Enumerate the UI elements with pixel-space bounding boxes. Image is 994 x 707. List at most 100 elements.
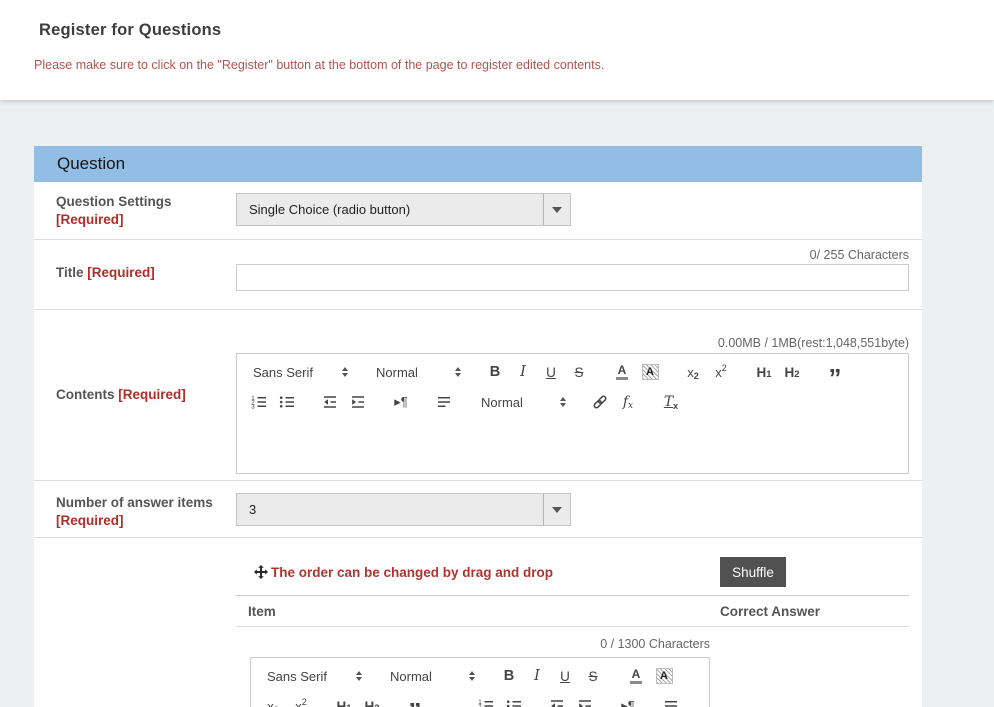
italic-button[interactable]: I bbox=[523, 664, 551, 688]
contents-editor-area[interactable] bbox=[236, 419, 909, 474]
question-type-select[interactable]: Single Choice (radio button) bbox=[236, 193, 571, 226]
toolbar-format-group: ▸¶ bbox=[387, 390, 415, 414]
chevron-down-icon[interactable] bbox=[543, 194, 570, 225]
page-header: Register for Questions Please make sure … bbox=[0, 0, 994, 100]
picker-arrows-icon bbox=[469, 671, 475, 681]
picker-arrows-icon bbox=[560, 397, 566, 407]
outdent-button[interactable] bbox=[316, 390, 344, 414]
required-badge: [Required] bbox=[118, 387, 186, 402]
answers-area: The order can be changed by drag and dro… bbox=[34, 538, 922, 707]
code-block-button[interactable] bbox=[429, 694, 457, 707]
highlight-color-button[interactable]: A bbox=[650, 664, 678, 688]
question-settings-label: Question Settings [Required] bbox=[56, 193, 226, 229]
toolbar-format-group: H1H2 bbox=[330, 694, 386, 707]
font-picker[interactable]: Sans Serif bbox=[245, 360, 353, 384]
subscript-button[interactable]: x2 bbox=[259, 694, 287, 707]
font-picker[interactable]: Sans Serif bbox=[259, 664, 367, 688]
code-block-button[interactable] bbox=[849, 360, 877, 384]
underline-button[interactable]: U bbox=[551, 664, 579, 688]
indent-button[interactable] bbox=[571, 694, 599, 707]
bullet-list-button[interactable] bbox=[500, 694, 528, 707]
link-button[interactable] bbox=[586, 390, 614, 414]
heading2-button[interactable]: H2 bbox=[778, 360, 806, 384]
strikethrough-button[interactable]: S bbox=[565, 360, 593, 384]
toolbar-format-group: x2x2 bbox=[259, 694, 315, 707]
toolbar-format-group: ▸¶ bbox=[614, 694, 642, 707]
toolbar-format-group: AA bbox=[622, 664, 678, 688]
direction-button[interactable]: ▸¶ bbox=[614, 694, 642, 707]
toolbar-format-group: Normal bbox=[382, 664, 480, 688]
question-card: Question Question Settings [Required] Si… bbox=[34, 146, 922, 707]
ordered-list-button[interactable]: 123 bbox=[472, 694, 500, 707]
toolbar-format-group: AA bbox=[608, 360, 664, 384]
toolbar-format-group: BIUS bbox=[481, 360, 593, 384]
superscript-button[interactable]: x2 bbox=[707, 360, 735, 384]
toolbar-format-group bbox=[430, 390, 458, 414]
answer-count-value: 3 bbox=[237, 502, 543, 517]
drag-note-line: The order can be changed by drag and dro… bbox=[254, 559, 553, 585]
picker-arrows-icon bbox=[455, 367, 461, 377]
blockquote-button[interactable]: ” bbox=[821, 360, 849, 384]
outdent-button[interactable] bbox=[543, 694, 571, 707]
underline-button[interactable]: U bbox=[537, 360, 565, 384]
svg-text:3: 3 bbox=[251, 404, 255, 411]
toolbar-format-group bbox=[657, 694, 685, 707]
toolbar-format-group: Sans Serif bbox=[245, 360, 353, 384]
format-picker[interactable]: Normal bbox=[382, 664, 480, 688]
superscript-button[interactable]: x2 bbox=[287, 694, 315, 707]
ordered-list-button[interactable]: 123 bbox=[245, 390, 273, 414]
toolbar-format-group: ” bbox=[821, 360, 877, 384]
bullet-list-button[interactable] bbox=[273, 390, 301, 414]
text-color-button[interactable]: A bbox=[608, 360, 636, 384]
clean-format-button[interactable]: Tx bbox=[657, 390, 685, 414]
move-icon[interactable] bbox=[254, 565, 268, 579]
svg-text:2: 2 bbox=[478, 703, 482, 707]
blockquote-button[interactable]: ” bbox=[401, 694, 429, 707]
section-header: Question bbox=[34, 146, 922, 182]
strikethrough-button[interactable]: S bbox=[579, 664, 607, 688]
subscript-button[interactable]: x2 bbox=[679, 360, 707, 384]
bold-button[interactable]: B bbox=[495, 664, 523, 688]
chevron-down-icon[interactable] bbox=[543, 494, 570, 525]
highlight-color-button[interactable]: A bbox=[636, 360, 664, 384]
toolbar-format-group: Tx bbox=[657, 390, 685, 414]
align-button[interactable] bbox=[657, 694, 685, 707]
direction-button[interactable]: ▸¶ bbox=[387, 390, 415, 414]
heading2-button[interactable]: H2 bbox=[358, 694, 386, 707]
indent-button[interactable] bbox=[344, 390, 372, 414]
answer-count-select[interactable]: 3 bbox=[236, 493, 571, 526]
contents-size-counter: 0.00MB / 1MB(rest:1,048,551byte) bbox=[718, 336, 909, 350]
shuffle-button[interactable]: Shuffle bbox=[720, 557, 786, 587]
align-button[interactable] bbox=[430, 390, 458, 414]
formula-button[interactable]: fx bbox=[614, 390, 642, 414]
size-picker[interactable]: Normal bbox=[473, 390, 571, 414]
picker-arrows-icon bbox=[342, 367, 348, 377]
item-column-header: Item bbox=[248, 604, 276, 619]
heading1-button[interactable]: H1 bbox=[750, 360, 778, 384]
italic-button[interactable]: I bbox=[509, 360, 537, 384]
contents-label: Contents [Required] bbox=[56, 386, 232, 404]
toolbar-format-group: 123 bbox=[472, 694, 528, 707]
question-type-value: Single Choice (radio button) bbox=[237, 202, 543, 217]
format-picker[interactable]: Normal bbox=[368, 360, 466, 384]
question-settings-row: Question Settings [Required] Single Choi… bbox=[34, 182, 922, 240]
item-counter: 0 / 1300 Characters bbox=[236, 637, 710, 651]
toolbar-format-group: fx bbox=[586, 390, 642, 414]
title-input[interactable] bbox=[236, 264, 909, 291]
picker-arrows-icon bbox=[356, 671, 362, 681]
heading1-button[interactable]: H1 bbox=[330, 694, 358, 707]
item-editor-toolbar: Sans SerifNormalBIUSAAx2x2H1H2”123▸¶Norm… bbox=[250, 657, 710, 707]
title-label: Title [Required] bbox=[56, 264, 232, 282]
page-title: Register for Questions bbox=[39, 21, 221, 40]
toolbar-format-group: x2x2 bbox=[679, 360, 735, 384]
toolbar-format-group: Normal bbox=[473, 390, 571, 414]
required-badge: [Required] bbox=[56, 212, 124, 227]
toolbar-format-group: Sans Serif bbox=[259, 664, 367, 688]
drag-note-text: The order can be changed by drag and dro… bbox=[271, 565, 553, 580]
bold-button[interactable]: B bbox=[481, 360, 509, 384]
register-notice: Please make sure to click on the "Regist… bbox=[34, 58, 604, 72]
answer-count-row: Number of answer items [Required] 3 bbox=[34, 481, 922, 538]
answers-table-header: Item Correct Answer bbox=[236, 595, 909, 627]
text-color-button[interactable]: A bbox=[622, 664, 650, 688]
correct-answer-column-header: Correct Answer bbox=[720, 604, 820, 619]
